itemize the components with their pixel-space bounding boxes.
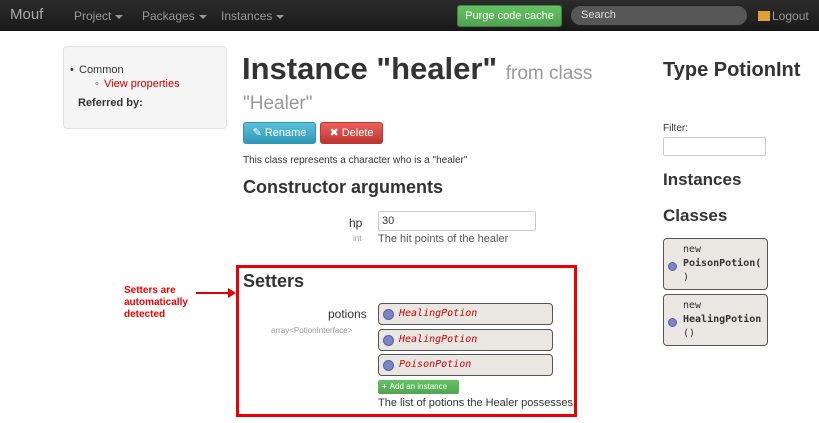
potion-name: HealingPotion <box>399 308 478 319</box>
class-prefix: new <box>683 300 702 311</box>
instance-name: Instance "healer" <box>242 51 498 86</box>
referred-by-label: Referred by: <box>78 97 143 109</box>
potions-description: The list of potions the Healer possesses… <box>378 397 577 409</box>
chevron-down-icon <box>276 14 285 19</box>
logout-link[interactable]: Logout <box>758 9 809 23</box>
menu-project-label: Project <box>74 9 112 23</box>
view-properties-link[interactable]: View properties <box>95 78 180 90</box>
brand-logo[interactable]: Mouf <box>10 6 43 23</box>
hp-input[interactable]: 30 <box>378 211 536 231</box>
class-healing-potion[interactable]: new HealingPotion () <box>663 294 768 346</box>
class-icon <box>668 318 677 327</box>
class-suffix: () <box>683 328 696 339</box>
logout-label: Logout <box>772 9 809 23</box>
pencil-icon: ✎ <box>252 127 265 139</box>
instance-icon <box>383 335 394 346</box>
potion-name: PoisonPotion <box>399 359 472 370</box>
class-name-label: PoisonPotion( <box>683 258 762 269</box>
close-icon: ✖ <box>329 127 342 139</box>
hp-type: int <box>353 234 362 243</box>
logout-icon <box>758 11 770 21</box>
delete-button[interactable]: ✖ Delete <box>320 122 383 144</box>
menu-project[interactable]: Project <box>74 9 124 23</box>
delete-label: Delete <box>341 127 374 139</box>
instance-icon <box>383 360 394 371</box>
setters-heading: Setters <box>243 271 305 291</box>
filter-input[interactable] <box>663 137 766 156</box>
instances-heading: Instances <box>663 170 742 189</box>
constructor-heading: Constructor arguments <box>243 177 444 197</box>
class-prefix: new <box>683 244 702 255</box>
chevron-down-icon <box>115 14 124 19</box>
add-instance-button[interactable]: + Add an instance <box>378 380 459 394</box>
filter-label: Filter: <box>663 123 688 134</box>
class-name: "Healer" <box>243 93 313 114</box>
plus-icon: + <box>382 382 387 391</box>
class-description: This class represents a character who is… <box>243 155 468 166</box>
setters-annotation: Setters are automatically detected <box>124 285 188 320</box>
class-poison-potion[interactable]: new PoisonPotion( ) <box>663 238 768 290</box>
potions-label: potions <box>328 307 367 321</box>
menu-packages-label: Packages <box>142 9 195 23</box>
hp-label: hp <box>349 216 363 230</box>
rename-button[interactable]: ✎ Rename <box>243 122 316 144</box>
class-suffix: ) <box>683 272 690 283</box>
menu-instances[interactable]: Instances <box>221 9 285 23</box>
potion-name: HealingPotion <box>399 334 478 345</box>
type-heading: Type PotionInt <box>663 59 801 81</box>
potions-type: array<PotionInterface> <box>271 326 353 335</box>
chevron-down-icon <box>198 14 207 19</box>
class-name-label: HealingPotion <box>683 314 762 325</box>
rename-label: Rename <box>264 127 307 139</box>
sidebar-panel: Common View properties Referred by: <box>63 46 227 129</box>
add-instance-label: Add an instance <box>389 382 448 391</box>
sidebar-item-common: Common <box>70 64 124 76</box>
instance-icon <box>383 309 394 320</box>
hp-description: The hit points of the healer <box>378 233 509 245</box>
menu-instances-label: Instances <box>221 9 273 23</box>
page-title: Instance "healer" from class <box>242 52 592 91</box>
class-icon <box>668 262 677 271</box>
menu-packages[interactable]: Packages <box>142 9 207 23</box>
purge-cache-button[interactable]: Purge code cache <box>457 5 562 27</box>
potion-instance[interactable]: HealingPotion <box>378 329 553 351</box>
search-input[interactable]: Search <box>570 5 748 26</box>
navbar: Mouf Project Packages Instances Purge co… <box>0 0 819 31</box>
classes-heading: Classes <box>663 206 728 225</box>
title-from: from class <box>505 63 593 84</box>
potion-instance[interactable]: HealingPotion <box>378 303 553 325</box>
potion-instance[interactable]: PoisonPotion <box>378 354 553 376</box>
